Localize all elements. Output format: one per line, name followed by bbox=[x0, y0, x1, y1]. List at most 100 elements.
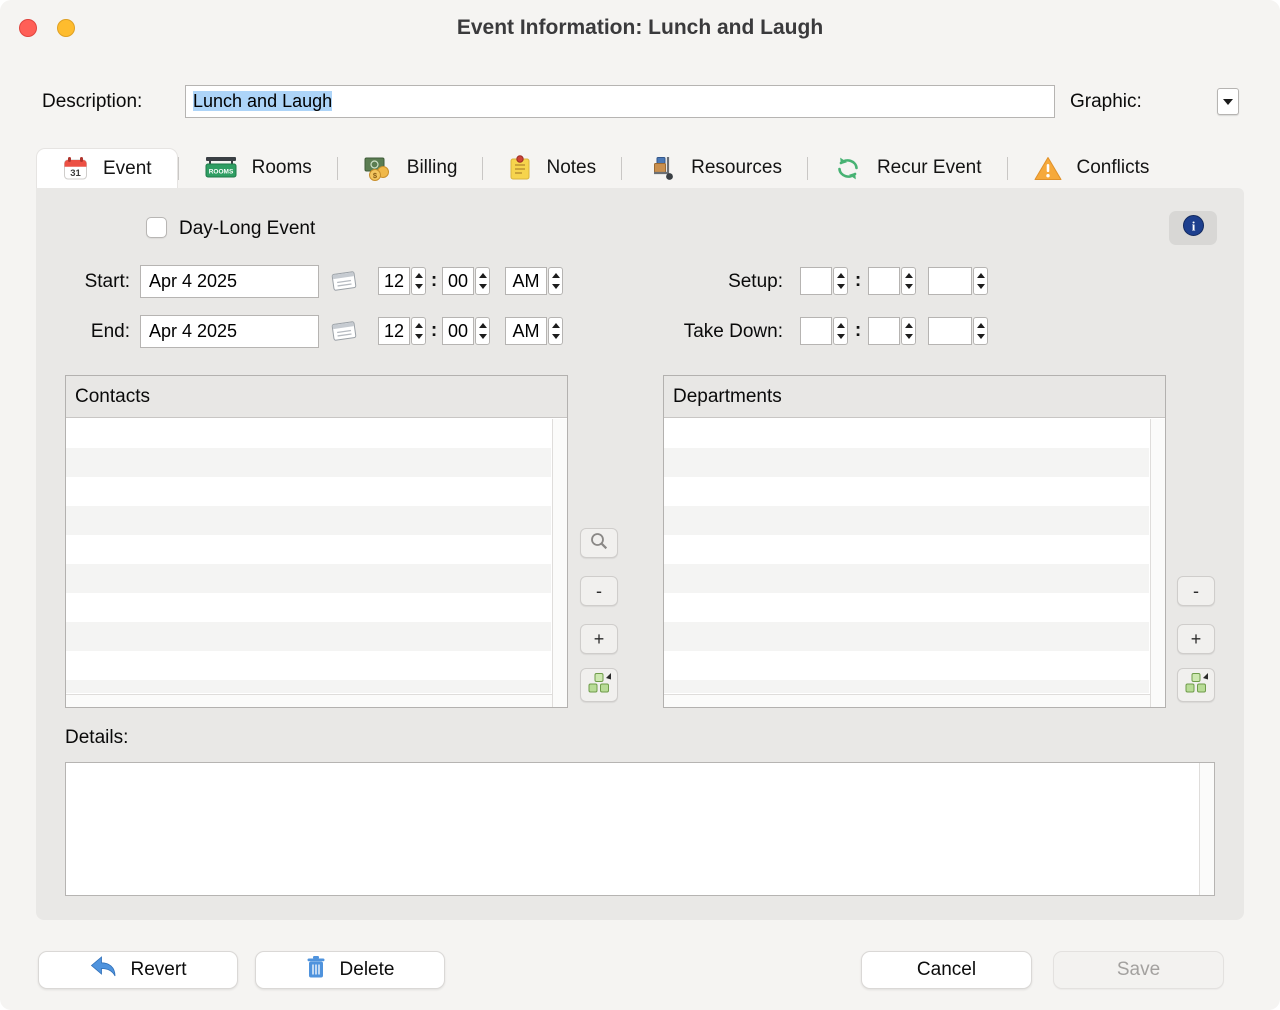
stepper-up-arrow[interactable] bbox=[552, 273, 560, 278]
start-hour-stepper[interactable] bbox=[411, 267, 426, 295]
departments-remove-button[interactable]: - bbox=[1177, 576, 1215, 606]
stepper-down-arrow[interactable] bbox=[837, 284, 845, 289]
end-hour-stepper[interactable] bbox=[411, 317, 426, 345]
contacts-rows[interactable] bbox=[66, 419, 551, 693]
start-minute-stepper[interactable] bbox=[475, 267, 490, 295]
trash-icon bbox=[306, 955, 326, 985]
delete-button-label: Delete bbox=[340, 959, 395, 981]
delete-button[interactable]: Delete bbox=[255, 951, 445, 989]
contacts-add-button[interactable]: + bbox=[580, 624, 618, 654]
details-label: Details: bbox=[65, 727, 128, 749]
departments-rows[interactable] bbox=[664, 419, 1149, 693]
stepper-up-arrow[interactable] bbox=[479, 273, 487, 278]
revert-arrow-icon bbox=[90, 956, 117, 984]
tab-event[interactable]: 31 Event bbox=[36, 148, 178, 188]
tab-conflicts[interactable]: Conflicts bbox=[1008, 148, 1175, 188]
contacts-search-button[interactable] bbox=[580, 528, 618, 558]
day-long-event-checkbox[interactable] bbox=[146, 217, 167, 238]
start-hour-input[interactable]: 12 bbox=[378, 267, 410, 295]
stepper-up-arrow[interactable] bbox=[552, 323, 560, 328]
end-period-stepper[interactable] bbox=[548, 317, 563, 345]
rooms-sign-icon: ROOMS bbox=[204, 155, 238, 181]
setup-hour-stepper[interactable] bbox=[833, 267, 848, 295]
tab-label: Resources bbox=[691, 157, 782, 179]
stepper-down-arrow[interactable] bbox=[479, 334, 487, 339]
take-down-period-stepper[interactable] bbox=[973, 317, 988, 345]
tab-resources[interactable]: Resources bbox=[622, 148, 807, 188]
departments-group-button[interactable] bbox=[1177, 668, 1215, 702]
money-icon: $ bbox=[363, 155, 393, 182]
warning-icon bbox=[1033, 155, 1063, 182]
start-period-stepper[interactable] bbox=[548, 267, 563, 295]
save-button[interactable]: Save bbox=[1053, 951, 1224, 989]
departments-vertical-scrollbar[interactable] bbox=[1150, 419, 1165, 707]
stepper-up-arrow[interactable] bbox=[905, 273, 913, 278]
org-group-icon bbox=[1184, 670, 1209, 700]
end-minute-stepper[interactable] bbox=[475, 317, 490, 345]
stepper-up-arrow[interactable] bbox=[977, 323, 985, 328]
stepper-up-arrow[interactable] bbox=[837, 323, 845, 328]
stepper-down-arrow[interactable] bbox=[905, 334, 913, 339]
setup-hour-input[interactable] bbox=[800, 267, 832, 295]
departments-list[interactable]: Departments bbox=[663, 375, 1166, 708]
contacts-remove-button[interactable]: - bbox=[580, 576, 618, 606]
tab-recur-event[interactable]: Recur Event bbox=[808, 148, 1007, 188]
end-hour-input[interactable]: 12 bbox=[378, 317, 410, 345]
tab-billing[interactable]: $ Billing bbox=[338, 148, 483, 188]
stepper-up-arrow[interactable] bbox=[837, 273, 845, 278]
contacts-list[interactable]: Contacts bbox=[65, 375, 568, 708]
take-down-period-input[interactable] bbox=[928, 317, 972, 345]
stepper-up-arrow[interactable] bbox=[479, 323, 487, 328]
tab-notes[interactable]: Notes bbox=[483, 148, 621, 188]
tab-label: Billing bbox=[407, 157, 458, 179]
take-down-hour-input[interactable] bbox=[800, 317, 832, 345]
start-date-picker-icon[interactable] bbox=[328, 268, 360, 294]
graphic-dropdown[interactable] bbox=[1217, 88, 1239, 115]
stepper-down-arrow[interactable] bbox=[977, 284, 985, 289]
setup-period-stepper[interactable] bbox=[973, 267, 988, 295]
stepper-down-arrow[interactable] bbox=[552, 284, 560, 289]
info-button[interactable]: i bbox=[1169, 211, 1217, 245]
start-period-input[interactable]: AM bbox=[505, 267, 547, 295]
stepper-down-arrow[interactable] bbox=[837, 334, 845, 339]
org-group-icon bbox=[587, 670, 612, 700]
stepper-up-arrow[interactable] bbox=[415, 323, 423, 328]
setup-period-input[interactable] bbox=[928, 267, 972, 295]
tab-rooms[interactable]: ROOMS Rooms bbox=[179, 148, 337, 188]
start-date-input[interactable]: Apr 4 2025 bbox=[140, 265, 319, 298]
contacts-header: Contacts bbox=[66, 376, 567, 418]
take-down-minute-stepper[interactable] bbox=[901, 317, 916, 345]
stepper-up-arrow[interactable] bbox=[415, 273, 423, 278]
stepper-down-arrow[interactable] bbox=[415, 334, 423, 339]
stepper-down-arrow[interactable] bbox=[552, 334, 560, 339]
end-minute-input[interactable]: 00 bbox=[442, 317, 474, 345]
take-down-hour-stepper[interactable] bbox=[833, 317, 848, 345]
end-label: End: bbox=[40, 315, 130, 348]
recur-icon bbox=[833, 155, 863, 182]
details-textarea[interactable] bbox=[65, 762, 1215, 896]
stepper-up-arrow[interactable] bbox=[905, 323, 913, 328]
setup-minute-input[interactable] bbox=[868, 267, 900, 295]
departments-horizontal-scrollbar[interactable] bbox=[664, 694, 1150, 707]
graphic-label: Graphic: bbox=[1070, 85, 1142, 118]
contacts-horizontal-scrollbar[interactable] bbox=[66, 694, 552, 707]
details-vertical-scrollbar[interactable] bbox=[1199, 763, 1214, 895]
stepper-down-arrow[interactable] bbox=[977, 334, 985, 339]
stepper-up-arrow[interactable] bbox=[977, 273, 985, 278]
tab-label: Rooms bbox=[252, 157, 312, 179]
stepper-down-arrow[interactable] bbox=[905, 284, 913, 289]
start-minute-input[interactable]: 00 bbox=[442, 267, 474, 295]
setup-minute-stepper[interactable] bbox=[901, 267, 916, 295]
contacts-vertical-scrollbar[interactable] bbox=[552, 419, 567, 707]
end-date-picker-icon[interactable] bbox=[328, 318, 360, 344]
contacts-group-button[interactable] bbox=[580, 668, 618, 702]
end-date-input[interactable]: Apr 4 2025 bbox=[140, 315, 319, 348]
take-down-minute-input[interactable] bbox=[868, 317, 900, 345]
description-input[interactable]: Lunch and Laugh bbox=[185, 85, 1055, 118]
stepper-down-arrow[interactable] bbox=[479, 284, 487, 289]
end-period-input[interactable]: AM bbox=[505, 317, 547, 345]
departments-add-button[interactable]: + bbox=[1177, 624, 1215, 654]
cancel-button[interactable]: Cancel bbox=[861, 951, 1032, 989]
stepper-down-arrow[interactable] bbox=[415, 284, 423, 289]
revert-button[interactable]: Revert bbox=[38, 951, 238, 989]
